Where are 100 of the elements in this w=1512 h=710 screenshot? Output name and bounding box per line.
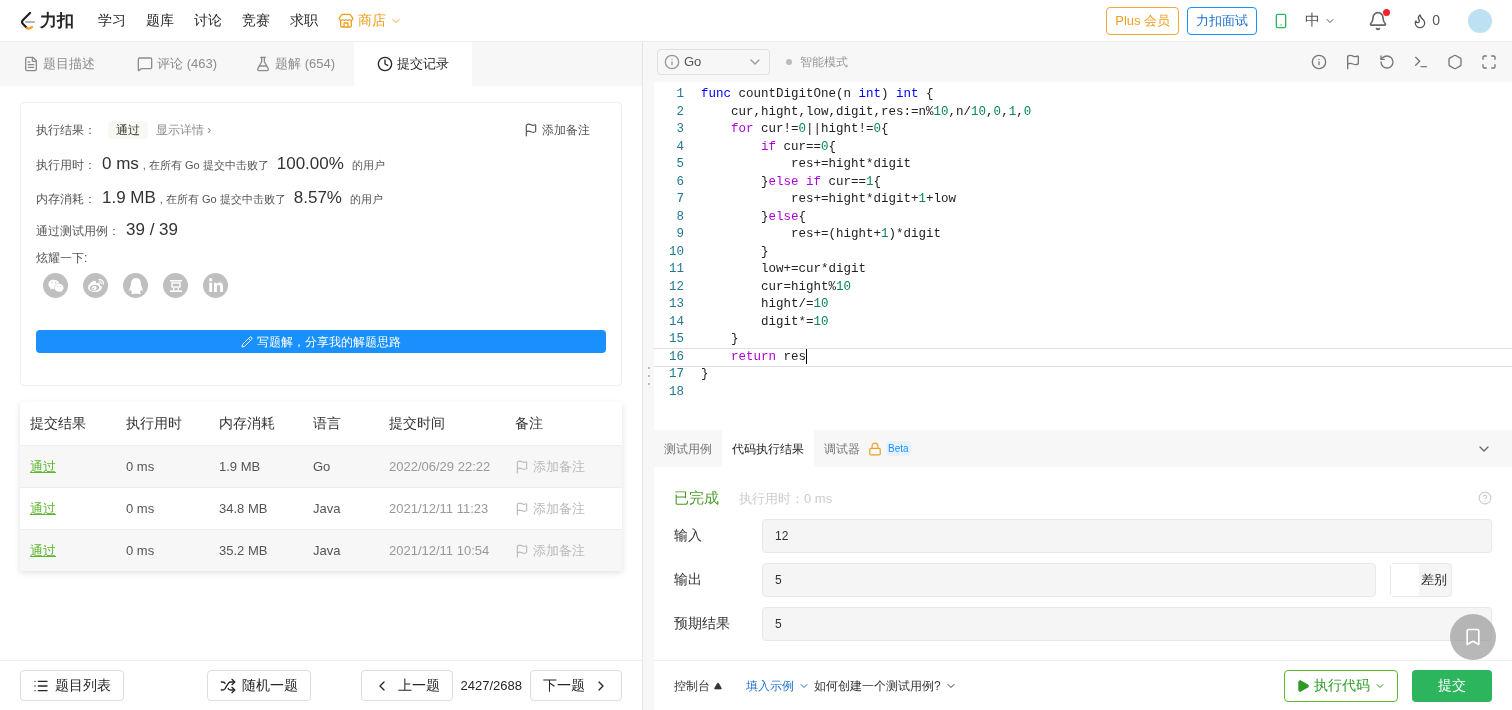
help-dropdown[interactable]: 如何创建一个测试用例? <box>814 676 957 695</box>
info-icon[interactable] <box>1311 54 1327 70</box>
stat-percent: 8.57% <box>293 187 342 209</box>
code-line: }else if cur==1{ <box>760 173 882 191</box>
terminal-icon[interactable] <box>1413 54 1429 70</box>
code-line: for cur!=0||hight!=0{ <box>730 121 889 138</box>
random-problem-button[interactable]: 随机一题 <box>206 670 311 701</box>
bell-icon[interactable] <box>1368 10 1389 31</box>
column-header: 内存消耗 <box>219 414 276 433</box>
line-number: 14 <box>668 313 684 331</box>
cases-value: 39 / 39 <box>126 219 178 241</box>
help-icon[interactable] <box>1478 491 1492 506</box>
avatar[interactable] <box>1468 8 1492 33</box>
table-cell: 2021/12/11 11:23 <box>389 500 489 516</box>
weibo-share-icon[interactable] <box>83 273 108 298</box>
line-number: 17 <box>668 366 684 383</box>
stat-label: 内存消耗： <box>36 191 97 208</box>
code-line: if cur==0{ <box>760 138 837 156</box>
floating-bookmark-button[interactable] <box>1450 614 1496 660</box>
reset-icon[interactable] <box>1379 54 1395 70</box>
line-number: 6 <box>675 173 684 191</box>
code-line: cur,hight,low,digit,res:=n%10,n/10,0,1,0 <box>730 103 1032 121</box>
resize-handle-icon[interactable] <box>647 366 650 386</box>
run-code-button[interactable]: 执行代码 <box>1284 669 1398 702</box>
share-label: 炫耀一下: <box>36 250 89 267</box>
language-select[interactable]: 中 <box>1305 9 1337 32</box>
result-label: 执行结果： <box>36 122 97 139</box>
douban-share-icon[interactable] <box>163 273 188 298</box>
code-line: res+=hight*digit <box>790 156 912 173</box>
stat-text: , 在所有 Go 提交中击败了 <box>159 192 286 207</box>
settings-icon[interactable] <box>1447 54 1463 70</box>
smart-mode-toggle[interactable]: 智能模式 <box>800 53 848 71</box>
flag-icon <box>515 501 529 516</box>
lock-icon <box>868 441 882 456</box>
line-number: 11 <box>668 261 684 278</box>
line-number: 9 <box>675 226 684 243</box>
qq-share-icon[interactable] <box>123 273 148 298</box>
panel-tab[interactable]: 题目描述 <box>0 42 118 86</box>
flag-icon <box>515 459 529 474</box>
line-number: 10 <box>668 243 684 261</box>
fullscreen-icon[interactable] <box>1481 54 1497 70</box>
next-problem-button[interactable]: 下一题 <box>530 670 622 701</box>
line-number: 18 <box>668 383 684 401</box>
panel-tab[interactable]: 提交记录 <box>354 42 472 86</box>
show-details-link[interactable]: 显示详情 › <box>156 121 212 139</box>
table-cell: 35.2 MB <box>219 542 268 558</box>
run-status: 已完成 <box>674 488 719 508</box>
panel-tab[interactable]: 题解 (654) <box>236 42 354 86</box>
submit-button[interactable]: 提交 <box>1412 669 1492 702</box>
column-header: 提交时间 <box>389 414 446 433</box>
cases-label: 通过测试用例： <box>36 223 121 240</box>
caret-up-icon <box>714 681 722 690</box>
stat-value: 1.9 MB <box>102 187 156 209</box>
table-cell: Go <box>313 458 331 474</box>
language-select[interactable]: Go <box>657 49 770 75</box>
line-number: 16 <box>668 348 684 366</box>
console-tab[interactable]: 代码执行结果 <box>722 430 814 467</box>
fill-example-button[interactable]: 填入示例 <box>746 676 810 695</box>
panel-tab[interactable]: 评论 (463) <box>118 42 236 86</box>
nav-link[interactable]: 求职 <box>290 10 318 31</box>
code-line: func countDigitOne(n int) int { <box>701 86 934 103</box>
write-solution-button[interactable]: 写题解，分享我的解题思路 <box>36 330 606 353</box>
output-field: 5 <box>762 606 1492 641</box>
table-cell: 2022/06/29 22:22 <box>389 458 491 474</box>
stat-value: 0 ms <box>102 153 139 175</box>
line-number: 5 <box>675 156 684 173</box>
result-status: 通过 <box>108 121 148 139</box>
line-number: 15 <box>668 331 684 348</box>
code-line: return res <box>730 348 808 366</box>
stat-label: 执行用时： <box>36 157 97 174</box>
diff-toggle[interactable]: 差别 <box>1390 562 1452 597</box>
nav-link[interactable]: 竞赛 <box>242 10 270 31</box>
beta-tag: Beta <box>886 441 911 456</box>
logo-text[interactable]: 力扣 <box>40 7 74 34</box>
table-cell: 34.8 MB <box>219 500 268 516</box>
output-field: 5 <box>762 562 1376 597</box>
nav-link[interactable]: 讨论 <box>194 10 222 31</box>
bookmark-icon <box>1463 627 1483 647</box>
table-cell: 0 ms <box>126 458 155 474</box>
flag-icon <box>524 123 538 137</box>
flag-icon[interactable] <box>1345 54 1361 70</box>
linkedin-share-icon[interactable] <box>203 273 228 298</box>
comment-icon <box>137 56 153 72</box>
logo-icon[interactable] <box>20 11 36 30</box>
line-number: 7 <box>675 191 684 208</box>
stat-percent: 100.00% <box>276 153 344 175</box>
console-toggle[interactable]: 控制台 <box>674 676 722 695</box>
wechat-share-icon[interactable] <box>43 273 68 298</box>
line-number: 3 <box>675 121 684 138</box>
problem-list-button[interactable]: 题目列表 <box>20 670 124 701</box>
console-tab[interactable]: 测试用例 <box>654 430 722 467</box>
console-tab[interactable]: 调试器 Beta <box>814 430 921 467</box>
field-label: 输出 <box>674 570 703 589</box>
previous-problem-button[interactable]: 上一题 <box>360 670 453 701</box>
shuffle-icon <box>219 677 236 694</box>
add-note-button[interactable]: 添加备注 <box>524 121 590 139</box>
interview-button[interactable]: 力扣面试 <box>1187 6 1258 35</box>
nav-link[interactable]: 题库 <box>146 10 174 31</box>
code-line: res+=hight*digit+1+low <box>790 191 957 208</box>
nav-link[interactable]: 学习 <box>98 10 126 31</box>
